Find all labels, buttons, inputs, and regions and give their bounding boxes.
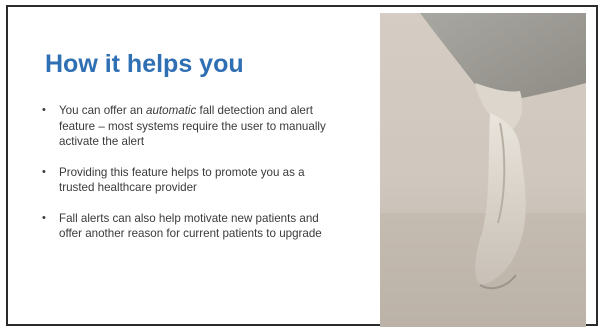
slide-frame: How it helps you • You can offer an auto… [6,5,598,327]
bullet-item-2: • Providing this feature helps to promot… [41,165,341,196]
bullet-list: • You can offer an automatic fall detect… [41,103,341,257]
bullet-marker: • [42,211,46,224]
fallen-person-photo [380,13,586,327]
bullet-item-3: • Fall alerts can also help motivate new… [41,211,341,242]
slide-title: How it helps you [45,50,244,78]
bullet-text-3: Fall alerts can also help motivate new p… [59,211,322,241]
bullet-text-1-emphasis: automatic [146,104,197,117]
bullet-marker: • [42,165,46,178]
bullet-text-1-start: You can offer an [59,104,147,117]
bullet-item-1: • You can offer an automatic fall detect… [41,103,341,150]
bullet-marker: • [42,104,46,116]
bullet-text-2: Providing this feature helps to promote … [59,165,305,195]
photo-illustration [380,13,586,327]
